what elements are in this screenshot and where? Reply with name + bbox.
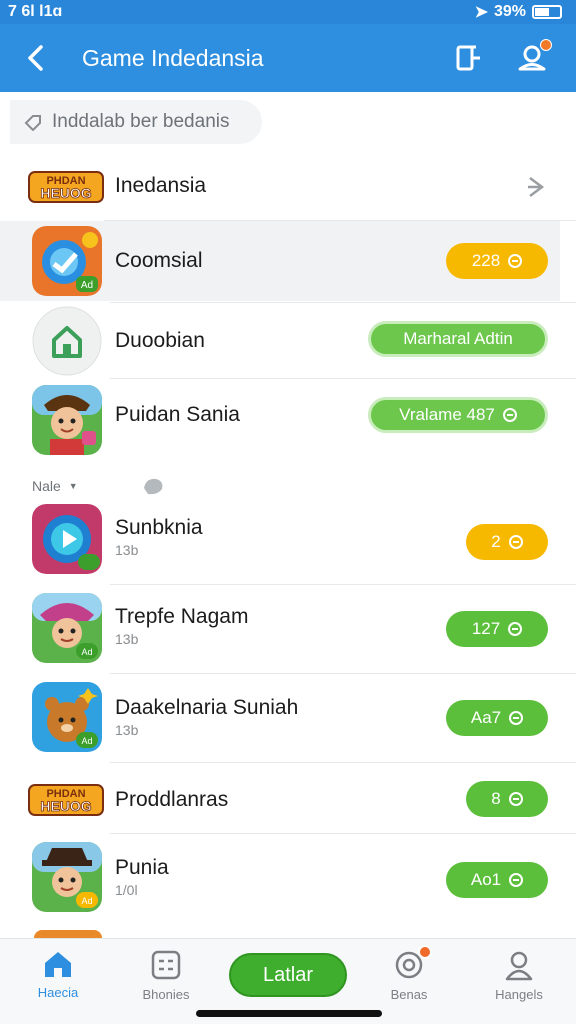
- location-icon: ➤: [474, 4, 488, 21]
- price-button[interactable]: 8: [466, 781, 548, 817]
- list-item[interactable]: PHDAN HEUOG Inedansia: [0, 152, 576, 220]
- ad-badge: Ad: [81, 736, 92, 746]
- item-sub: 13b: [115, 542, 139, 558]
- coin-icon: [508, 535, 523, 549]
- item-name: Duoobian: [115, 329, 205, 352]
- nav-home[interactable]: Haecia: [13, 949, 103, 1000]
- chevron-right-icon[interactable]: [526, 174, 548, 200]
- coin-icon: [509, 711, 524, 725]
- list-item[interactable]: Duoobian Marharal Adtin: [0, 303, 576, 379]
- notification-dot: [540, 39, 552, 51]
- status-bar: 7 6l l1ɑ ➤ 39%: [0, 0, 576, 24]
- game-icon-sunbknia: [32, 504, 102, 574]
- list-item[interactable]: PHDAN HEUOG Proddlanras 8: [0, 763, 576, 833]
- list-item[interactable]: Ad Coomsial 228: [0, 221, 560, 301]
- item-sub: 13b: [115, 631, 139, 647]
- stone-icon: [143, 478, 163, 495]
- price-button[interactable]: Ao1: [446, 862, 548, 898]
- game-icon-partial: [34, 930, 102, 938]
- battery-icon: [532, 5, 562, 19]
- item-name: Proddlanras: [115, 788, 229, 811]
- price-button[interactable]: 127: [446, 611, 548, 647]
- ad-badge: Ad: [81, 647, 92, 657]
- ad-badge: Ad: [81, 896, 92, 906]
- item-sub: 13b: [115, 722, 139, 738]
- game-icon-coomsial: Ad: [32, 226, 102, 296]
- item-name: Daakelnaria Suniah: [115, 696, 299, 719]
- price-button[interactable]: 228: [446, 243, 548, 279]
- item-name: Coomsial: [115, 249, 203, 272]
- search-input[interactable]: Inddalab ber bedanis: [10, 100, 262, 144]
- notification-dot: [418, 945, 432, 959]
- list-item[interactable]: Sunbknia 13b 2: [0, 498, 576, 584]
- tag-icon: [24, 115, 41, 131]
- person-icon: [505, 951, 533, 981]
- item-name: Inedansia: [115, 174, 207, 197]
- game-icon-trepfe: Ad: [32, 593, 102, 663]
- ad-badge: Ad: [81, 280, 93, 291]
- action-button[interactable]: Marharal Adtin: [368, 321, 548, 357]
- coin-icon: [508, 254, 523, 268]
- game-icon-punia: Ad: [32, 842, 102, 912]
- coin-icon: [509, 873, 524, 887]
- page-title: Game Indedansia: [82, 44, 264, 71]
- item-name: Punia: [115, 856, 169, 879]
- list-item[interactable]: Ad Trepfe Nagam 13b 127: [0, 585, 576, 673]
- coin-icon: [508, 792, 523, 806]
- chevron-left-icon: [28, 45, 43, 71]
- share-icon: [456, 45, 480, 71]
- game-logo: PHDAN HEUOG: [28, 784, 104, 816]
- game-icon-daakelnaria: Ad: [32, 682, 102, 752]
- item-name: Puidan Sania: [115, 403, 240, 426]
- game-logo: PHDAN HEUOG: [28, 171, 104, 203]
- coin-icon: [508, 622, 523, 636]
- share-button[interactable]: [448, 38, 488, 78]
- search-text: Inddalab ber bedanis: [52, 111, 230, 132]
- nav-list[interactable]: Bhonies: [121, 949, 211, 1002]
- battery-percent: 39%: [493, 3, 526, 20]
- nav-target[interactable]: Benas: [364, 945, 454, 1002]
- list-item[interactable]: Puidan Sania Vralame 487: [0, 379, 576, 457]
- game-icon-puidan: [32, 385, 102, 455]
- list-item[interactable]: Ad Daakelnaria Suniah 13b Aa7: [0, 674, 576, 762]
- action-button[interactable]: Vralame 487: [368, 397, 548, 433]
- logo-line2: HEUOG: [40, 185, 91, 201]
- home-icon: [45, 952, 71, 977]
- status-time: 7 6l l1ɑ: [8, 3, 63, 20]
- price-button[interactable]: Aa7: [446, 700, 548, 736]
- center-action-button[interactable]: Latlar: [229, 953, 347, 997]
- back-button[interactable]: [0, 24, 70, 92]
- section-header[interactable]: Nale ▼: [32, 476, 166, 496]
- item-sub: 1/0l: [115, 882, 138, 898]
- home-shield-icon: [32, 306, 102, 376]
- list-icon: [151, 950, 181, 980]
- coin-icon: [502, 408, 517, 422]
- list-item[interactable]: Ad Punia 1/0l Ao1: [0, 834, 576, 924]
- nav-profile[interactable]: Hangels: [474, 949, 564, 1002]
- section-label: Nale: [32, 478, 61, 494]
- notifications-button[interactable]: [512, 38, 552, 78]
- app-bar: Game Indedansia: [0, 24, 576, 92]
- caret-down-icon: ▼: [68, 481, 78, 491]
- home-indicator: [196, 1010, 382, 1017]
- logo-line2: HEUOG: [40, 798, 91, 814]
- item-name: Sunbknia: [115, 516, 203, 539]
- item-name: Trepfe Nagam: [115, 605, 249, 628]
- price-button[interactable]: 2: [466, 524, 548, 560]
